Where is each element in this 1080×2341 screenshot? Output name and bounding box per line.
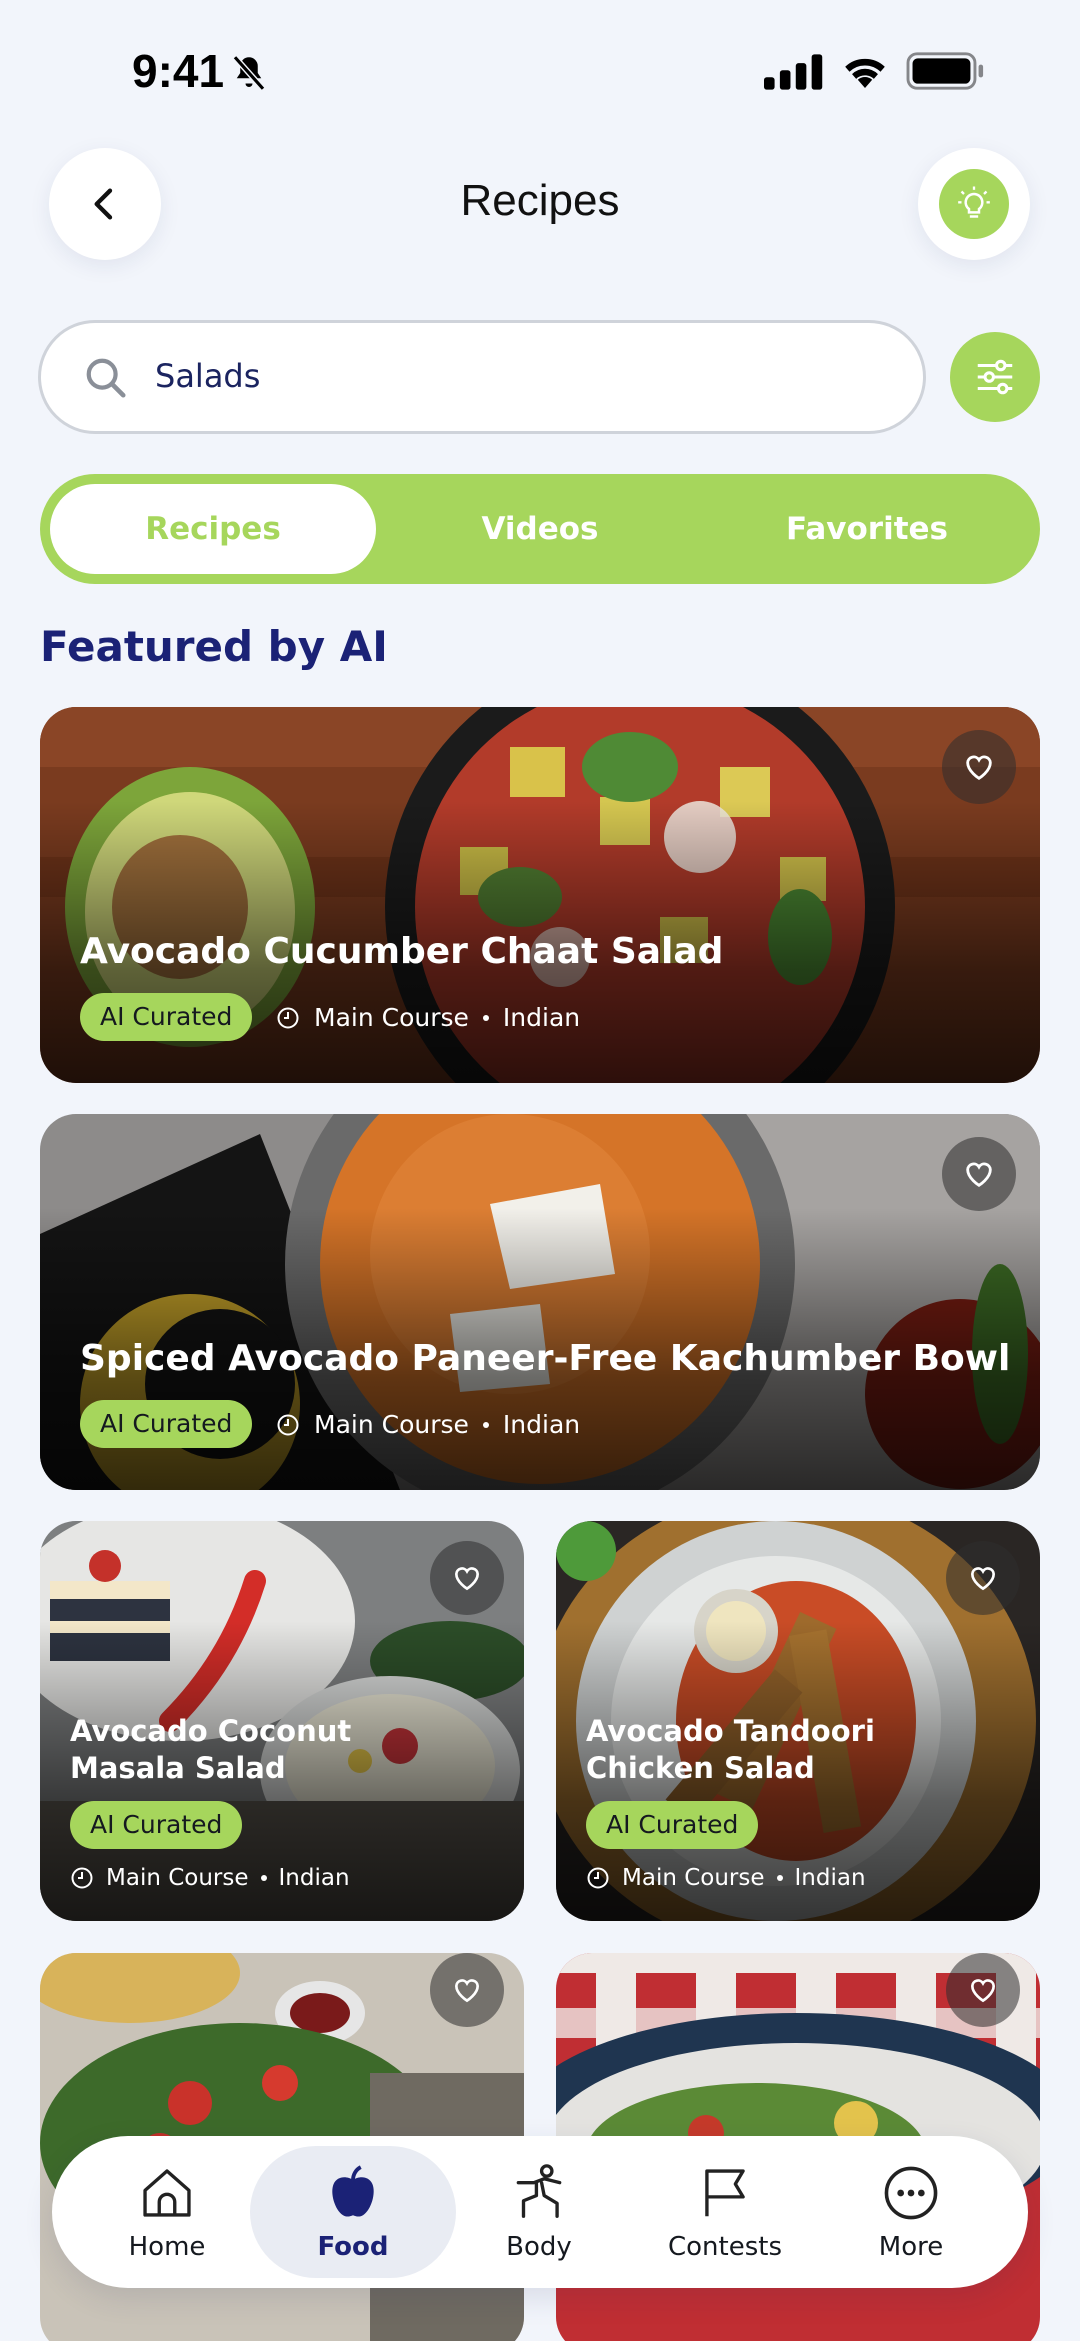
recipe-card[interactable]: Avocado Cucumber Chaat Salad AI Curated … (40, 707, 1040, 1083)
favorite-button[interactable] (946, 1953, 1020, 2027)
status-bar: 9:41 (0, 0, 1080, 140)
recipe-meta: Main Course Indian (276, 1003, 580, 1032)
ai-curated-badge: AI Curated (586, 1801, 759, 1849)
recipe-cuisine: Indian (502, 1410, 581, 1439)
nav-body[interactable]: Body (436, 2146, 642, 2278)
ai-curated-badge: AI Curated (70, 1801, 243, 1849)
heart-icon (966, 755, 992, 781)
nav-food[interactable]: Food (250, 2146, 456, 2278)
clock-icon (277, 1007, 299, 1028)
recipe-cuisine: Indian (278, 1865, 350, 1891)
heart-icon (970, 1979, 996, 2003)
wifi-icon (845, 58, 885, 88)
segmented-tabs: Recipes Videos Favorites (40, 474, 1040, 584)
search-input[interactable]: Salads (38, 320, 926, 434)
tab-videos[interactable]: Videos (377, 484, 703, 574)
favorite-button[interactable] (942, 1137, 1016, 1211)
ai-curated-badge: AI Curated (80, 993, 253, 1041)
nav-more[interactable]: More (808, 2146, 1014, 2278)
favorite-button[interactable] (430, 1953, 504, 2027)
recipe-title: Spiced Avocado Paneer-Free Kachumber Bow… (80, 1338, 1011, 1379)
filter-button[interactable] (950, 332, 1040, 422)
recipe-course: Main Course (314, 1410, 469, 1439)
heart-icon (454, 1567, 480, 1591)
clock-icon (277, 1414, 299, 1435)
heart-icon (966, 1162, 992, 1188)
recipe-course: Main Course (106, 1865, 249, 1891)
clock-icon (71, 1867, 93, 1889)
recipe-card[interactable]: Spiced Avocado Paneer-Free Kachumber Bow… (40, 1114, 1040, 1490)
section-title: Featured by AI (40, 622, 388, 671)
recipe-course: Main Course (622, 1865, 765, 1891)
recipe-meta: Main Course Indian (586, 1865, 866, 1891)
home-icon (143, 2169, 191, 2217)
tab-recipes[interactable]: Recipes (50, 484, 376, 574)
nav-contests[interactable]: Contests (622, 2146, 828, 2278)
more-icon (884, 2166, 938, 2220)
recipe-title: Avocado Tandoori Chicken Salad (586, 1714, 875, 1785)
clock-icon (587, 1867, 609, 1889)
recipe-cuisine: Indian (502, 1003, 581, 1032)
nav-home[interactable]: Home (64, 2146, 270, 2278)
recipe-meta: Main Course Indian (70, 1865, 350, 1891)
recipe-card[interactable]: Avocado Coconut Masala Salad AI Curated … (40, 1521, 524, 1921)
status-time: 9:41 (132, 45, 225, 97)
bottom-nav: Home Food Body Contests More (52, 2136, 1028, 2288)
body-icon (516, 2164, 562, 2218)
search-icon (86, 358, 126, 398)
search-value: Salads (155, 357, 261, 395)
signal-icon (764, 54, 823, 90)
battery-icon (906, 52, 984, 90)
recipe-meta: Main Course Indian (276, 1410, 580, 1439)
recipe-title: Avocado Coconut Masala Salad (70, 1714, 352, 1785)
bell-off-icon (232, 55, 266, 91)
flag-icon (705, 2169, 745, 2217)
ai-curated-badge: AI Curated (80, 1400, 253, 1448)
favorite-button[interactable] (946, 1541, 1020, 1615)
favorite-button[interactable] (430, 1541, 504, 1615)
recipe-course: Main Course (314, 1003, 469, 1032)
tab-favorites[interactable]: Favorites (704, 484, 1030, 574)
recipe-cuisine: Indian (794, 1865, 866, 1891)
apple-icon (332, 2165, 374, 2217)
tips-button[interactable] (918, 148, 1030, 260)
recipe-card[interactable]: Avocado Tandoori Chicken Salad AI Curate… (556, 1521, 1040, 1921)
sliders-icon (977, 359, 1013, 395)
recipe-title: Avocado Cucumber Chaat Salad (80, 931, 724, 972)
heart-icon (454, 1979, 480, 2003)
favorite-button[interactable] (942, 730, 1016, 804)
lightbulb-icon (958, 186, 990, 218)
heart-icon (970, 1567, 996, 1591)
